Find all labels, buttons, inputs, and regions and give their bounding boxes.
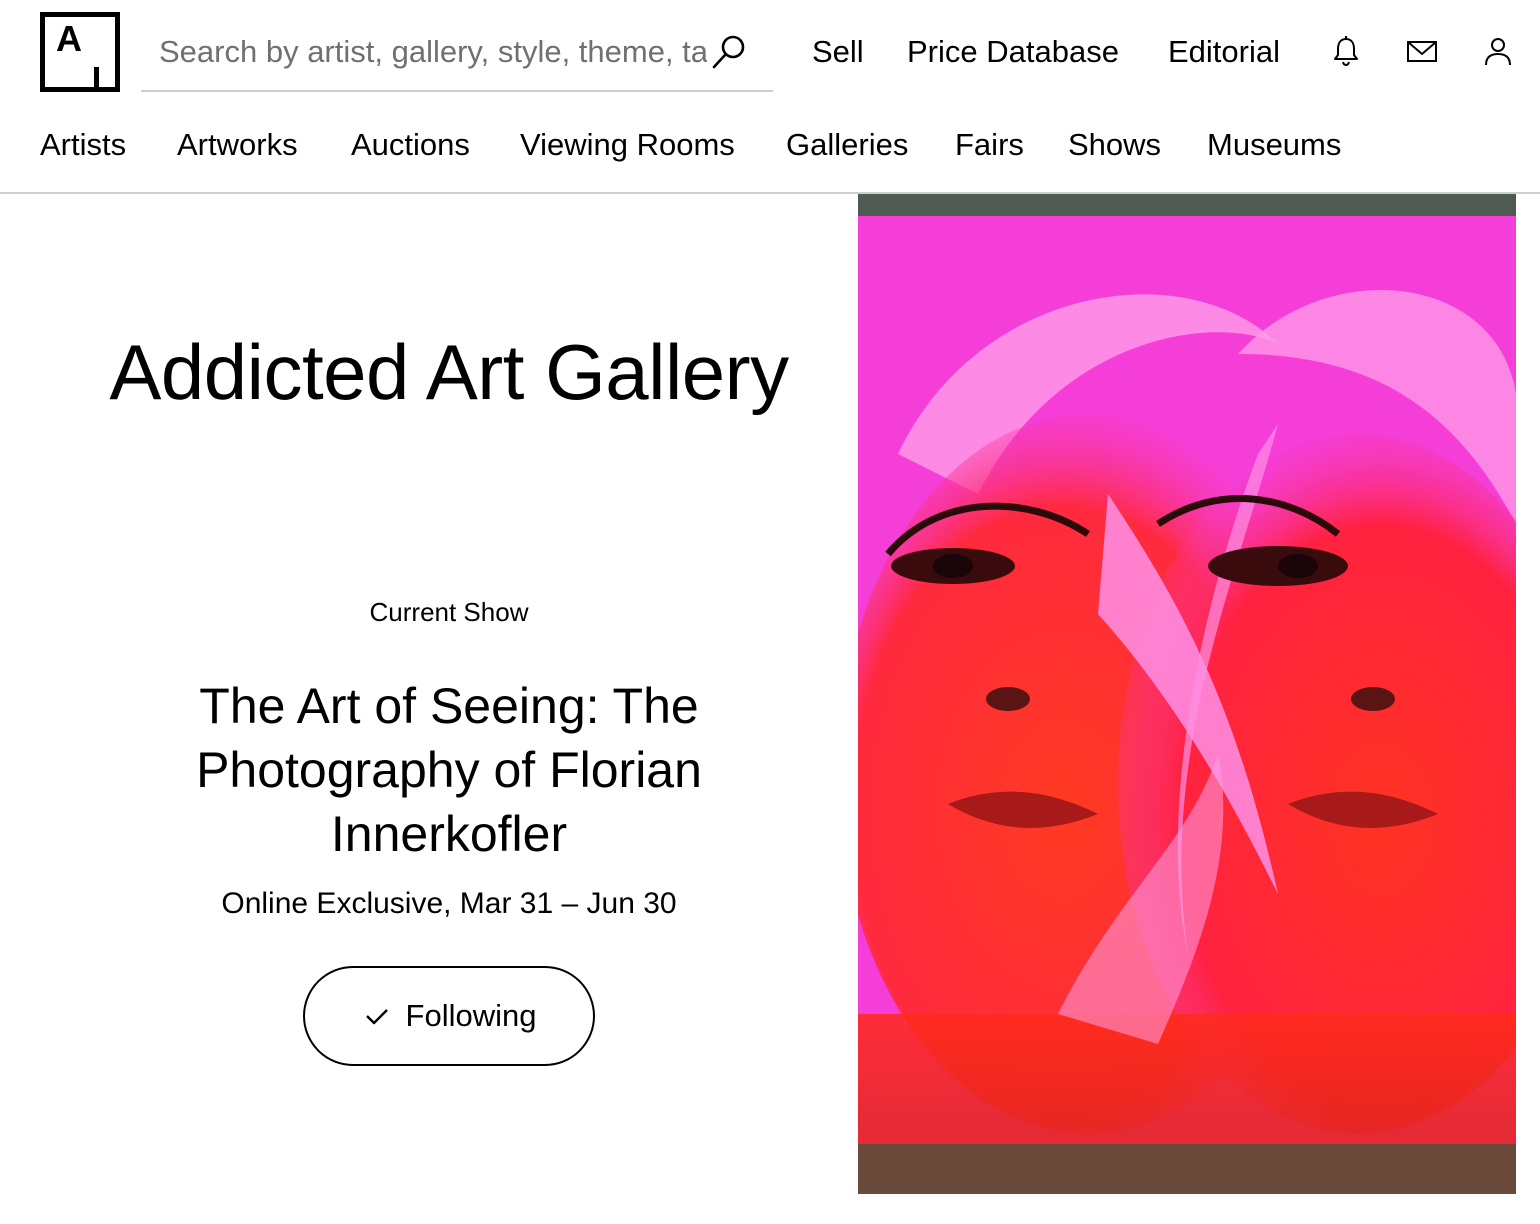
following-button-label: Following	[405, 998, 537, 1033]
nav-artists[interactable]: Artists	[40, 123, 126, 167]
current-show-label: Current Show	[369, 597, 529, 627]
envelope-icon[interactable]	[1404, 33, 1440, 69]
nav-fairs[interactable]: Fairs	[955, 123, 1024, 167]
gallery-info: Addicted Art Gallery Current Show The Ar…	[40, 196, 858, 1196]
user-icon[interactable]	[1480, 33, 1516, 69]
nav-auctions[interactable]: Auctions	[351, 123, 470, 167]
nav-artworks[interactable]: Artworks	[177, 123, 298, 167]
search-bar	[141, 12, 773, 92]
sell-link[interactable]: Sell	[812, 30, 864, 74]
show-dates: Online Exclusive, Mar 31 – Jun 30	[221, 887, 677, 920]
price-database-link[interactable]: Price Database	[907, 30, 1119, 74]
search-icon[interactable]	[709, 32, 749, 72]
site-header: A Sell Price Database Editorial Artists …	[0, 0, 1540, 194]
nav-museums[interactable]: Museums	[1207, 123, 1341, 167]
artsy-logo[interactable]: A	[40, 12, 120, 92]
search-input[interactable]	[159, 30, 707, 74]
nav-galleries[interactable]: Galleries	[786, 123, 908, 167]
show-artwork-image[interactable]	[858, 194, 1516, 1194]
check-icon	[365, 1009, 388, 1025]
gallery-name: Addicted Art Gallery	[109, 328, 789, 416]
logo-corner-mark	[94, 67, 99, 87]
bell-icon[interactable]	[1328, 33, 1364, 69]
show-title[interactable]: The Art of Seeing: The Photography of Fl…	[152, 674, 746, 866]
following-button[interactable]: Following	[303, 966, 595, 1066]
editorial-link[interactable]: Editorial	[1168, 30, 1280, 74]
logo-letter: A	[56, 18, 82, 59]
nav-shows[interactable]: Shows	[1068, 123, 1161, 167]
artwork-illustration	[858, 194, 1516, 1194]
nav-viewing-rooms[interactable]: Viewing Rooms	[520, 123, 735, 167]
